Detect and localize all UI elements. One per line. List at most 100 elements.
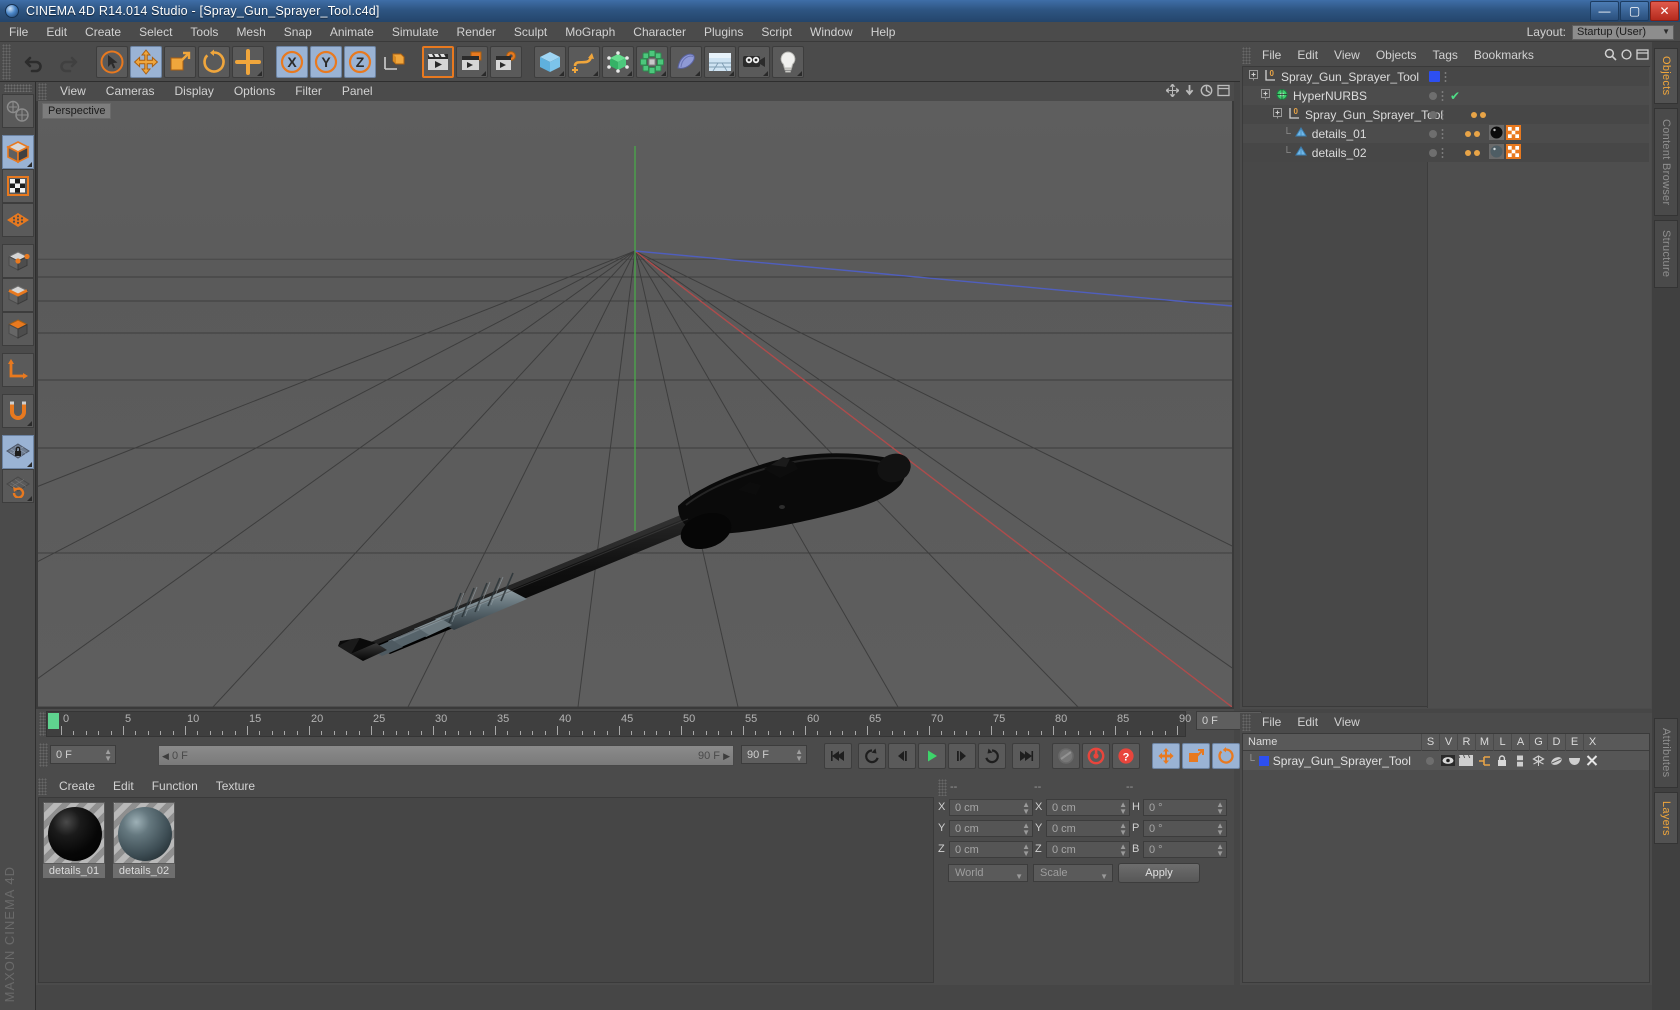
material-tag-icon[interactable] xyxy=(1489,124,1504,143)
material-menu-texture[interactable]: Texture xyxy=(207,777,264,796)
rotation-key-button[interactable] xyxy=(1212,743,1240,769)
coord-rot-p-field[interactable]: 0 ° ▲ ▼ xyxy=(1143,819,1227,837)
object-visibility-dots[interactable] xyxy=(1429,109,1444,120)
spinner-icon[interactable]: ▲▼ xyxy=(1216,842,1224,857)
workplane-toggle-button[interactable] xyxy=(1,469,34,503)
lock-x-axis-button[interactable]: X xyxy=(276,45,308,78)
coord-rot-b-field[interactable]: 0 ° ▲ ▼ xyxy=(1143,840,1227,858)
lock-y-axis-button[interactable]: Y xyxy=(310,45,342,78)
material-item[interactable]: details_02 xyxy=(113,802,175,878)
layer-deformer-cell[interactable] xyxy=(1547,755,1565,767)
object-tags[interactable] xyxy=(1489,143,1521,162)
spinner-icon[interactable]: ▲▼ xyxy=(1119,842,1127,857)
apply-button[interactable]: Apply xyxy=(1118,863,1200,883)
column-g[interactable]: G xyxy=(1529,733,1547,751)
dolly-view-icon[interactable] xyxy=(1183,84,1196,97)
material-menu-edit[interactable]: Edit xyxy=(104,777,143,796)
object-visibility-dots[interactable] xyxy=(1429,128,1444,139)
tab-attributes[interactable]: Attributes xyxy=(1654,718,1678,788)
texture-tag-icon[interactable] xyxy=(1506,143,1521,162)
add-tool-button[interactable] xyxy=(232,45,264,78)
step-back-button[interactable] xyxy=(888,743,916,769)
viewport-menu-options[interactable]: Options xyxy=(224,82,285,101)
viewport-menu-cameras[interactable]: Cameras xyxy=(96,82,165,101)
go-to-previous-key-button[interactable] xyxy=(858,743,886,769)
deformer-object-button[interactable] xyxy=(670,45,702,78)
tree-expand-icon[interactable] xyxy=(1261,88,1272,103)
column-a[interactable]: A xyxy=(1511,733,1529,751)
material-item[interactable]: details_01 xyxy=(43,802,105,878)
visibility-dot[interactable] xyxy=(1429,91,1437,100)
layer-animation-cell[interactable] xyxy=(1511,755,1529,767)
object-row[interactable]: └ details_01 xyxy=(1243,124,1649,143)
chevron-left-icon[interactable]: ◀ xyxy=(162,751,169,761)
menu-script[interactable]: Script xyxy=(752,22,801,42)
spinner-icon[interactable]: ▲▼ xyxy=(795,748,803,763)
chevron-right-icon[interactable]: ▶ xyxy=(723,751,730,761)
tab-objects[interactable]: Objects xyxy=(1654,48,1678,104)
object-visibility-dots[interactable] xyxy=(1429,147,1444,158)
panel-menu-icon[interactable] xyxy=(1636,48,1649,64)
menu-sculpt[interactable]: Sculpt xyxy=(505,22,556,42)
menu-snap[interactable]: Snap xyxy=(275,22,321,42)
layer-menu-edit[interactable]: Edit xyxy=(1289,713,1326,732)
environment-floor-button[interactable] xyxy=(704,45,736,78)
coord-pos-x-field[interactable]: 0 cm ▲ ▼ xyxy=(949,798,1033,816)
layer-row[interactable]: └ Spray_Gun_Sprayer_Tool xyxy=(1243,751,1649,770)
maximize-view-icon[interactable] xyxy=(1217,84,1230,97)
go-to-end-button[interactable] xyxy=(1012,743,1040,769)
coord-rot-h-field[interactable]: 0 ° ▲ ▼ xyxy=(1143,798,1227,816)
menu-tools[interactable]: Tools xyxy=(181,22,227,42)
current-time-marker[interactable] xyxy=(48,713,59,729)
viewport-3d-canvas[interactable]: Perspective xyxy=(38,101,1232,707)
tab-content-browser[interactable]: Content Browser xyxy=(1654,108,1678,216)
cube-primitive-button[interactable] xyxy=(534,45,566,78)
start-frame-field[interactable]: 0 F ▲ ▼ xyxy=(50,745,116,764)
go-to-start-button[interactable] xyxy=(824,743,852,769)
object-tree[interactable]: 0 Spray_Gun_Sprayer_Tool HyperNURBS ✔ 0 … xyxy=(1242,66,1651,708)
column-v[interactable]: V xyxy=(1439,733,1457,751)
object-menu-objects[interactable]: Objects xyxy=(1368,46,1425,65)
nurbs-generator-button[interactable] xyxy=(602,45,634,78)
object-menu-file[interactable]: File xyxy=(1254,46,1289,65)
maximize-button[interactable]: ▢ xyxy=(1620,1,1649,21)
visibility-dot[interactable] xyxy=(1429,148,1437,157)
viewport-menu-display[interactable]: Display xyxy=(164,82,223,101)
menu-help[interactable]: Help xyxy=(862,22,905,42)
layer-lock-cell[interactable] xyxy=(1493,754,1511,767)
spinner-icon[interactable]: ▲▼ xyxy=(1022,821,1030,836)
menu-simulate[interactable]: Simulate xyxy=(383,22,448,42)
object-manager-grip[interactable] xyxy=(1242,47,1251,64)
spinner-icon[interactable]: ▲▼ xyxy=(1216,800,1224,815)
model-mode-button[interactable] xyxy=(1,135,34,169)
coord-pos-z-field[interactable]: 0 cm ▲ ▼ xyxy=(949,840,1033,858)
undo-button[interactable] xyxy=(18,46,50,78)
layer-render-cell[interactable] xyxy=(1457,755,1475,766)
step-forward-button[interactable] xyxy=(948,743,976,769)
rotate-tool-button[interactable] xyxy=(198,45,230,78)
lock-z-axis-button[interactable]: Z xyxy=(344,45,376,78)
menu-window[interactable]: Window xyxy=(801,22,862,42)
menu-select[interactable]: Select xyxy=(130,22,181,42)
left-toolbar-grip[interactable] xyxy=(3,84,32,92)
layer-grip[interactable] xyxy=(1242,714,1251,731)
object-visibility-dots[interactable] xyxy=(1429,90,1444,101)
axis-mode-button[interactable] xyxy=(1,353,34,387)
spline-pen-button[interactable] xyxy=(568,45,600,78)
end-frame-field[interactable]: 90 F ▲ ▼ xyxy=(741,745,807,764)
minimize-button[interactable]: — xyxy=(1590,1,1619,21)
coordinates-grip[interactable] xyxy=(938,778,947,796)
object-menu-bookmarks[interactable]: Bookmarks xyxy=(1466,46,1542,65)
spinner-icon[interactable]: ▲▼ xyxy=(104,748,112,763)
layer-generator-cell[interactable] xyxy=(1529,754,1547,767)
spinner-icon[interactable]: ▲▼ xyxy=(1119,821,1127,836)
filter-icon[interactable] xyxy=(1620,48,1633,64)
scale-tool-button[interactable] xyxy=(164,45,196,78)
snap-magnet-button[interactable] xyxy=(1,394,34,428)
timeline-ruler[interactable]: 0 5 10 15 20 25 30 35 40 45 50 55 60 65 70 75 80 85 90 xyxy=(46,711,1191,737)
viewport-menu-filter[interactable]: Filter xyxy=(285,82,332,101)
coordinate-mode-dropdown[interactable]: Scale ▼ xyxy=(1033,864,1113,882)
material-menu-create[interactable]: Create xyxy=(50,777,104,796)
transport-grip[interactable] xyxy=(39,743,48,767)
coordinate-system-dropdown[interactable]: World ▼ xyxy=(948,864,1028,882)
